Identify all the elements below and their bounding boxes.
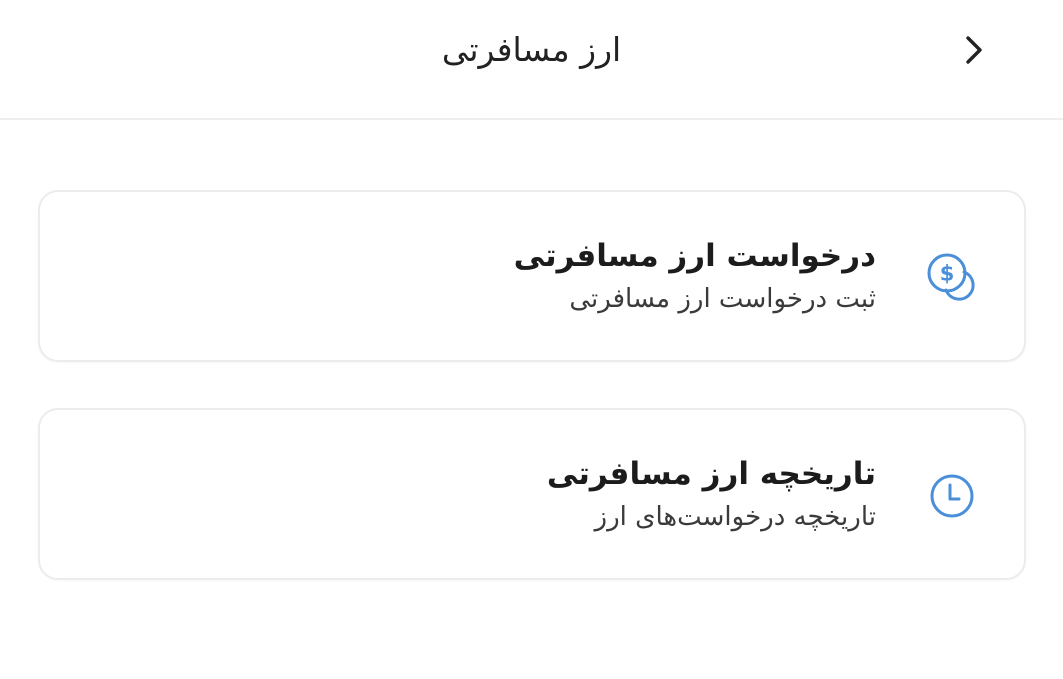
app-header: ارز مسافرتی (0, 0, 1063, 120)
clock-icon (930, 474, 974, 518)
menu-item-currency-history[interactable]: تاریخچه ارز مسافرتی تاریخچه درخواست‌های … (38, 408, 1026, 580)
menu-item-text: درخواست ارز مسافرتی ثبت درخواست ارز مساف… (176, 236, 876, 316)
page-title: ارز مسافرتی (441, 30, 622, 69)
menu-item-title: تاریخچه ارز مسافرتی (546, 456, 876, 492)
menu-item-text: تاریخچه ارز مسافرتی تاریخچه درخواست‌های … (176, 454, 876, 534)
back-button[interactable] (944, 20, 1004, 80)
menu-item-subtitle: ثبت درخواست ارز مسافرتی (569, 284, 876, 314)
menu-item-currency-request[interactable]: $ درخواست ارز مسافرتی ثبت درخواست ارز مس… (38, 190, 1026, 362)
svg-text:$: $ (940, 262, 955, 286)
dollar-coin-icon: $ (927, 253, 975, 301)
chevron-right-icon (966, 36, 982, 64)
menu-item-subtitle: تاریخچه درخواست‌های ارز (594, 502, 876, 532)
menu-item-title: درخواست ارز مسافرتی (513, 238, 876, 274)
